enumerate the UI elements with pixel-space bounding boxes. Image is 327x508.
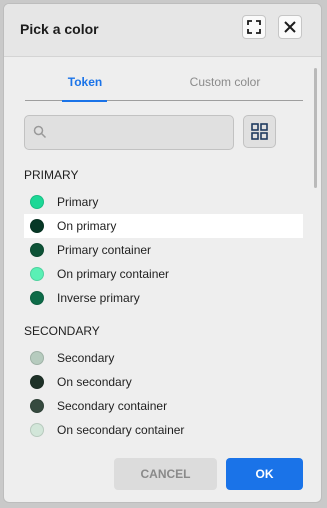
color-item-on-primary-container[interactable]: On primary container: [24, 262, 303, 286]
color-item-secondary-container[interactable]: Secondary container: [24, 394, 303, 418]
cancel-button[interactable]: CANCEL: [114, 458, 217, 490]
color-swatch: [30, 375, 44, 389]
color-item-label: On secondary: [57, 375, 132, 389]
dialog-title: Pick a color: [20, 21, 99, 37]
color-item-label: On secondary container: [57, 423, 185, 437]
tab-token[interactable]: Token: [25, 75, 145, 89]
color-swatch: [30, 195, 44, 209]
section-label-secondary: SECONDARY: [24, 324, 100, 338]
color-swatch: [30, 219, 44, 233]
color-picker-dialog: Pick a color Token Custom color PRIMARY …: [3, 3, 322, 503]
color-item-inverse-primary[interactable]: Inverse primary: [24, 286, 303, 310]
search-icon: [33, 125, 47, 139]
tab-custom-color[interactable]: Custom color: [165, 75, 285, 89]
color-swatch: [30, 267, 44, 281]
color-item-secondary[interactable]: Secondary: [24, 346, 303, 370]
color-swatch: [30, 351, 44, 365]
color-item-primary-container[interactable]: Primary container: [24, 238, 303, 262]
color-item-label: Secondary: [57, 351, 115, 365]
color-swatch: [30, 399, 44, 413]
expand-button[interactable]: [242, 15, 266, 39]
color-item-on-primary[interactable]: On primary: [24, 214, 303, 238]
color-item-on-secondary[interactable]: On secondary: [24, 370, 303, 394]
close-icon: [284, 21, 296, 33]
expand-icon: [247, 20, 261, 34]
color-item-on-secondary-container[interactable]: On secondary container: [24, 418, 303, 442]
color-item-primary[interactable]: Primary: [24, 190, 303, 214]
tab-bar: Token Custom color: [25, 70, 303, 102]
ok-button[interactable]: OK: [226, 458, 303, 490]
color-item-label: Primary container: [57, 243, 152, 257]
active-tab-indicator: [62, 100, 107, 102]
color-item-label: On primary: [57, 219, 117, 233]
dialog-header: Pick a color: [4, 4, 321, 57]
color-swatch: [30, 291, 44, 305]
search-field[interactable]: [24, 115, 234, 150]
color-item-label: Secondary container: [57, 399, 168, 413]
color-swatch: [30, 243, 44, 257]
search-input[interactable]: [55, 122, 227, 144]
scrollbar[interactable]: [314, 68, 317, 188]
color-item-label: On primary container: [57, 267, 170, 281]
color-item-label: Primary: [57, 195, 99, 209]
section-label-primary: PRIMARY: [24, 168, 79, 182]
grid-view-button[interactable]: [243, 115, 276, 148]
color-swatch: [30, 423, 44, 437]
color-item-label: Inverse primary: [57, 291, 140, 305]
grid-icon: [251, 123, 268, 140]
close-button[interactable]: [278, 15, 302, 39]
